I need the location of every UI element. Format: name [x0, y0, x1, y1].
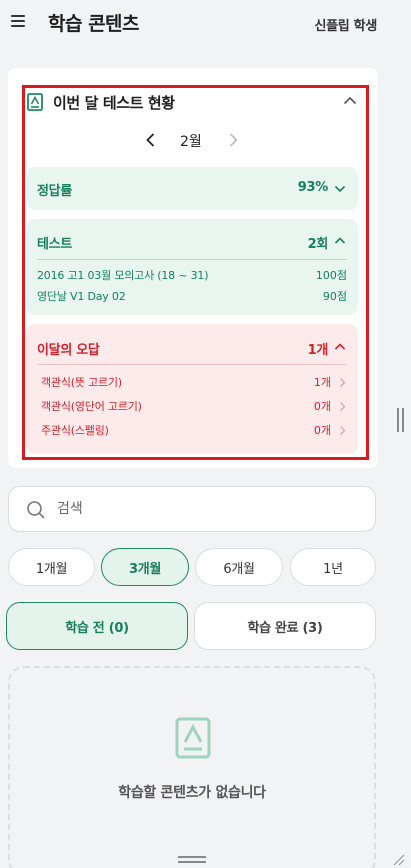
chevron-up-icon[interactable]	[333, 340, 347, 354]
book-icon	[27, 93, 43, 111]
accuracy-label: 정답률	[37, 184, 72, 199]
test-item-name: 2016 고1 03월 모의고사 (18 ~ 31)	[37, 269, 209, 282]
tab-before-study[interactable]: 학습 전 (0)	[6, 602, 188, 650]
test-item[interactable]: 2016 고1 03월 모의고사 (18 ~ 31) 100점	[37, 267, 347, 285]
wrong-item-count: 0개	[313, 424, 331, 437]
search-input[interactable]	[57, 497, 357, 521]
wrong-answers-section: 이달의 오답 1개 객관식(뜻 고르기) 1개 객관식(영단어 고르기) 0개 …	[26, 324, 358, 454]
month-navigator: 2월	[130, 128, 250, 154]
test-item[interactable]: 영단날 V1 Day 02 90점	[37, 288, 347, 306]
chevron-down-icon[interactable]	[333, 182, 347, 196]
page-title: 학습 콘텐츠	[48, 13, 140, 35]
tests-count: 2회	[307, 237, 329, 252]
wrong-item-count: 0개	[313, 400, 331, 413]
wrong-item[interactable]: 객관식(영단어 고르기) 0개	[37, 398, 347, 416]
test-status-header: 이번 달 테스트 현황	[26, 90, 363, 116]
resize-grip-icon[interactable]	[391, 852, 405, 866]
book-icon	[175, 717, 211, 759]
chevron-right-icon	[340, 378, 346, 387]
tests-label: 테스트	[37, 237, 72, 252]
wrong-item[interactable]: 주관식(스펠링) 0개	[37, 422, 347, 440]
chevron-left-icon[interactable]	[144, 132, 158, 148]
wrong-item-count: 1개	[313, 376, 331, 389]
wrong-item[interactable]: 객관식(뜻 고르기) 1개	[37, 374, 347, 392]
test-item-name: 영단날 V1 Day 02	[37, 290, 126, 303]
chevron-right-icon	[340, 402, 346, 411]
search-box	[8, 486, 376, 532]
period-1-month-button[interactable]: 1개월	[8, 548, 95, 586]
divider	[37, 259, 347, 260]
empty-state: 학습할 콘텐츠가 없습니다	[8, 666, 376, 868]
empty-message: 학습할 콘텐츠가 없습니다	[118, 785, 266, 801]
menu-icon[interactable]	[11, 15, 25, 29]
drag-handle[interactable]	[178, 856, 206, 864]
top-bar: 학습 콘텐츠 신플립 학생	[0, 0, 411, 48]
wrong-answers-label: 이달의 오답	[37, 343, 100, 358]
chevron-right-icon[interactable]	[226, 132, 240, 148]
user-name[interactable]: 신플립 학생	[314, 15, 377, 34]
accuracy-value: 93%	[297, 180, 329, 195]
splitter-handle[interactable]	[397, 408, 405, 432]
test-status-title: 이번 달 테스트 현황	[53, 94, 175, 112]
test-item-score: 90점	[322, 290, 347, 303]
divider	[37, 364, 347, 365]
tab-study-complete[interactable]: 학습 완료 (3)	[194, 602, 376, 650]
search-icon	[27, 501, 45, 519]
chevron-up-icon[interactable]	[341, 92, 359, 110]
wrong-answers-count: 1개	[307, 343, 329, 358]
period-3-month-button[interactable]: 3개월	[101, 548, 189, 586]
test-item-score: 100점	[315, 269, 347, 282]
chevron-up-icon[interactable]	[333, 234, 347, 248]
month-label: 2월	[180, 134, 202, 150]
wrong-item-name: 객관식(영단어 고르기)	[41, 400, 142, 413]
accuracy-row[interactable]: 정답률 93%	[26, 167, 358, 210]
tests-section: 테스트 2회 2016 고1 03월 모의고사 (18 ~ 31) 100점 영…	[26, 219, 358, 315]
wrong-item-name: 주관식(스펠링)	[41, 424, 109, 437]
wrong-item-name: 객관식(뜻 고르기)	[41, 376, 122, 389]
chevron-right-icon	[340, 426, 346, 435]
period-6-month-button[interactable]: 6개월	[195, 548, 283, 586]
period-1-year-button[interactable]: 1년	[290, 548, 376, 586]
